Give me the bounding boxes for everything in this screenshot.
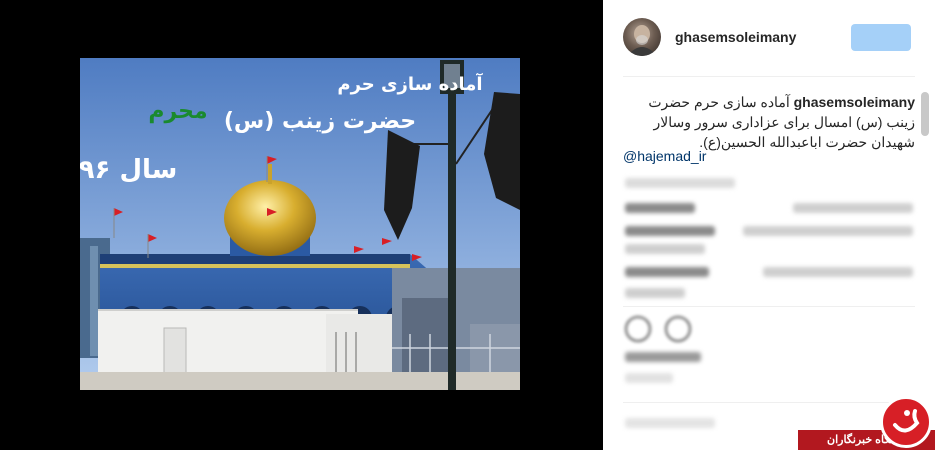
watermark-logo: باشگاه خبرنگاران — [798, 394, 935, 450]
comment-row — [743, 226, 913, 236]
watermark-emblem-icon — [880, 396, 932, 448]
comment-row — [625, 203, 695, 213]
divider — [623, 306, 915, 307]
comments-list — [603, 0, 935, 450]
emblem-glyph-icon — [893, 409, 920, 433]
comment-row — [793, 203, 913, 213]
image-year: سال ۹۶ — [80, 155, 177, 185]
comment-row — [763, 267, 913, 277]
post-sidebar: ghasemsoleimany ghasemsoleimany آماده سا… — [603, 0, 935, 450]
comment-row — [625, 244, 705, 254]
load-more-comments[interactable] — [625, 178, 735, 188]
post-image[interactable]: آماده سازی حرم حضرت زینب (س) محرم سال ۹۶ — [80, 58, 520, 390]
image-title-line2: حضرت زینب (س) — [224, 109, 416, 134]
post-photo-illustration: آماده سازی حرم حضرت زینب (س) محرم سال ۹۶ — [80, 58, 520, 390]
comment-row — [625, 226, 715, 236]
media-pane: آماده سازی حرم حضرت زینب (س) محرم سال ۹۶ — [0, 0, 603, 450]
comment-icon[interactable] — [665, 316, 691, 342]
image-title-line1: آماده سازی حرم — [337, 72, 483, 95]
heart-icon[interactable] — [625, 316, 651, 342]
comment-row — [625, 288, 685, 298]
scrollbar-thumb[interactable] — [921, 92, 929, 136]
comments-scrollbar[interactable] — [921, 92, 929, 304]
add-comment-input[interactable] — [625, 418, 715, 428]
image-title-green: محرم — [148, 99, 207, 124]
comment-row — [625, 267, 709, 277]
post-timestamp — [625, 373, 673, 383]
likes-count[interactable] — [625, 352, 701, 362]
